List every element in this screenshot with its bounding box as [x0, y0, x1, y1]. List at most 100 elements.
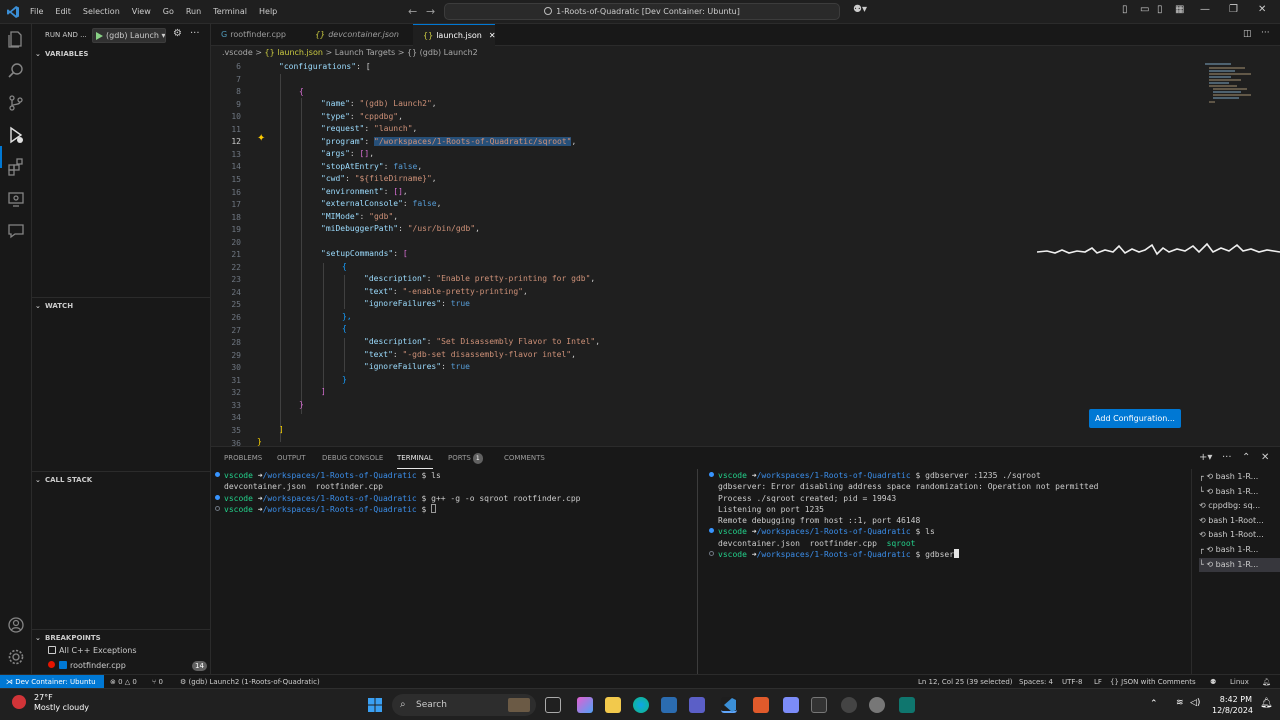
- wifi-icon[interactable]: ≋: [1176, 698, 1184, 708]
- end-of-line[interactable]: LF: [1094, 675, 1102, 689]
- toggle-secondary-sidebar-icon[interactable]: ▯: [1157, 4, 1163, 15]
- command-status-icon[interactable]: [709, 528, 714, 534]
- language-mode[interactable]: {} JSON with Comments: [1110, 675, 1196, 689]
- menu-run[interactable]: Run: [180, 0, 207, 24]
- teams-icon[interactable]: [689, 697, 705, 713]
- app-icon[interactable]: [841, 697, 857, 713]
- breadcrumb-item[interactable]: {} launch.json: [265, 48, 323, 57]
- toggle-panel-icon[interactable]: ▭: [1140, 4, 1149, 15]
- settings-gear-icon[interactable]: [7, 648, 25, 666]
- copilot-icon[interactable]: ⚉▾: [853, 4, 867, 15]
- maximize-panel-icon[interactable]: ⌃: [1242, 452, 1250, 463]
- store-icon[interactable]: [661, 697, 677, 713]
- source-control-icon[interactable]: [7, 94, 25, 112]
- terminal-list-item[interactable]: └ ⟲ bash 1-R...: [1199, 485, 1280, 499]
- close-window-icon[interactable]: ✕: [1258, 4, 1266, 15]
- minimize-icon[interactable]: —: [1200, 4, 1210, 15]
- vscode-taskbar-icon[interactable]: [721, 697, 737, 713]
- start-debugging-icon[interactable]: [96, 32, 103, 40]
- variables-section[interactable]: ⌄ VARIABLES: [32, 46, 211, 62]
- split-editor-icon[interactable]: ◫: [1243, 29, 1252, 39]
- taskbar-search[interactable]: ⌕ Search: [392, 694, 536, 716]
- terminal-list-item[interactable]: └ ⟲ bash 1-R...: [1199, 557, 1280, 572]
- sparkle-icon[interactable]: ✦: [257, 134, 267, 144]
- terminal-list-item[interactable]: ┌ ⟲ bash 1-R...: [1199, 470, 1280, 484]
- menu-edit[interactable]: Edit: [49, 0, 77, 24]
- tab-ports[interactable]: PORTS 1: [448, 447, 483, 469]
- app-icon[interactable]: [783, 697, 799, 713]
- windows-start-icon[interactable]: [367, 697, 383, 713]
- command-status-icon[interactable]: [709, 472, 714, 477]
- cursor-position[interactable]: Ln 12, Col 25 (39 selected): [918, 675, 1013, 689]
- terminal-list-item[interactable]: ⟲ cppdbg: sq...: [1199, 499, 1280, 513]
- clock[interactable]: 8:42 PM 12/8/2024: [1212, 694, 1253, 716]
- checkbox[interactable]: [48, 646, 56, 654]
- menu-view[interactable]: View: [126, 0, 157, 24]
- breadcrumb-item[interactable]: Launch Targets: [335, 48, 395, 57]
- remote-indicator[interactable]: ⋊ Dev Container: Ubuntu: [0, 675, 104, 689]
- more-actions-icon[interactable]: ···: [190, 28, 200, 39]
- close-panel-icon[interactable]: ✕: [1261, 452, 1269, 463]
- problems-indicator[interactable]: ⊗ 0 △ 0: [110, 675, 137, 689]
- explorer-icon[interactable]: [7, 30, 25, 48]
- file-explorer-icon[interactable]: [605, 697, 621, 713]
- breadcrumb-item[interactable]: .vscode: [222, 48, 253, 57]
- terminal-list-item[interactable]: ┌ ⟲ bash 1-R...: [1199, 543, 1280, 557]
- menu-help[interactable]: Help: [253, 0, 283, 24]
- menu-selection[interactable]: Selection: [77, 0, 126, 24]
- new-terminal-icon[interactable]: +▾: [1199, 452, 1212, 463]
- debug-config-select[interactable]: (gdb) Launch ▾: [92, 28, 166, 43]
- command-status-icon[interactable]: [215, 494, 220, 500]
- customize-layout-icon[interactable]: ▦: [1175, 4, 1184, 15]
- command-status-icon[interactable]: [709, 551, 714, 557]
- terminal-list-item[interactable]: ⟲ bash 1-Root...: [1199, 514, 1280, 528]
- tab-comments[interactable]: COMMENTS: [504, 447, 545, 469]
- gear-icon[interactable]: ⚙: [173, 28, 182, 39]
- toggle-sidebar-icon[interactable]: ▯: [1122, 4, 1128, 15]
- minimap[interactable]: [1201, 62, 1261, 110]
- breakpoint-item[interactable]: rootfinder.cpp: [48, 659, 126, 673]
- weather-widget[interactable]: 27°F Mostly cloudy: [8, 693, 89, 713]
- os-indicator[interactable]: Linux: [1230, 675, 1249, 689]
- breadcrumb-item[interactable]: {} (gdb) Launch2: [407, 48, 478, 57]
- terminal-right[interactable]: vscode ➜/workspaces/1-Roots-of-Quadratic…: [709, 470, 1099, 560]
- restore-icon[interactable]: ❐: [1229, 4, 1238, 15]
- tab-output[interactable]: OUTPUT: [277, 447, 306, 469]
- app-icon[interactable]: [753, 697, 769, 713]
- menu-terminal[interactable]: Terminal: [207, 0, 253, 24]
- ports-indicator[interactable]: ⑂ 0: [152, 675, 163, 689]
- search-icon[interactable]: [7, 62, 25, 80]
- more-actions-icon[interactable]: ···: [1222, 452, 1232, 463]
- more-actions-icon[interactable]: ···: [1261, 28, 1270, 38]
- terminal-left[interactable]: vscode ➜/workspaces/1-Roots-of-Quadratic…: [215, 470, 580, 515]
- command-center[interactable]: 1-Roots-of-Quadratic [Dev Container: Ubu…: [444, 3, 840, 20]
- app-icon[interactable]: [899, 697, 915, 713]
- terminal-app-icon[interactable]: [811, 697, 827, 713]
- extensions-icon[interactable]: [7, 158, 25, 176]
- breakpoint-item[interactable]: All C++ Exceptions: [48, 644, 137, 658]
- menu-go[interactable]: Go: [157, 0, 180, 24]
- comments-icon[interactable]: [7, 222, 25, 240]
- close-icon[interactable]: ✕: [489, 31, 496, 40]
- command-status-icon[interactable]: [215, 472, 220, 477]
- terminal-list-item[interactable]: ⟲ bash 1-Root...: [1199, 528, 1280, 542]
- notifications-bell-icon[interactable]: 🔔︎: [1262, 675, 1271, 689]
- tab-launch-json[interactable]: {} launch.json ✕: [413, 24, 496, 46]
- encoding[interactable]: UTF-8: [1062, 675, 1082, 689]
- tab-terminal[interactable]: TERMINAL: [397, 447, 433, 469]
- tab-rootfinder[interactable]: Grootfinder.cpp: [211, 24, 303, 46]
- remote-explorer-icon[interactable]: [7, 190, 25, 208]
- command-status-icon[interactable]: [215, 505, 220, 511]
- account-icon[interactable]: [7, 616, 25, 634]
- menu-file[interactable]: File: [24, 0, 49, 24]
- call-stack-section[interactable]: ⌄ CALL STACK: [32, 472, 211, 488]
- run-and-debug-icon[interactable]: [7, 126, 25, 144]
- terminal-split-divider[interactable]: [697, 469, 698, 675]
- code-editor[interactable]: 6 7 8 9 10 11 12 13 14 15 16 17 18 19 20 21 22 23 24 25 26 27…: [211, 60, 1280, 446]
- watch-section[interactable]: ⌄ WATCH: [32, 298, 211, 314]
- indentation[interactable]: Spaces: 4: [1019, 675, 1053, 689]
- tab-devcontainer[interactable]: {} devcontainer.json: [305, 24, 413, 46]
- task-view-icon[interactable]: [545, 697, 561, 713]
- forward-arrow-icon[interactable]: →: [426, 5, 435, 18]
- back-arrow-icon[interactable]: ←: [408, 5, 417, 18]
